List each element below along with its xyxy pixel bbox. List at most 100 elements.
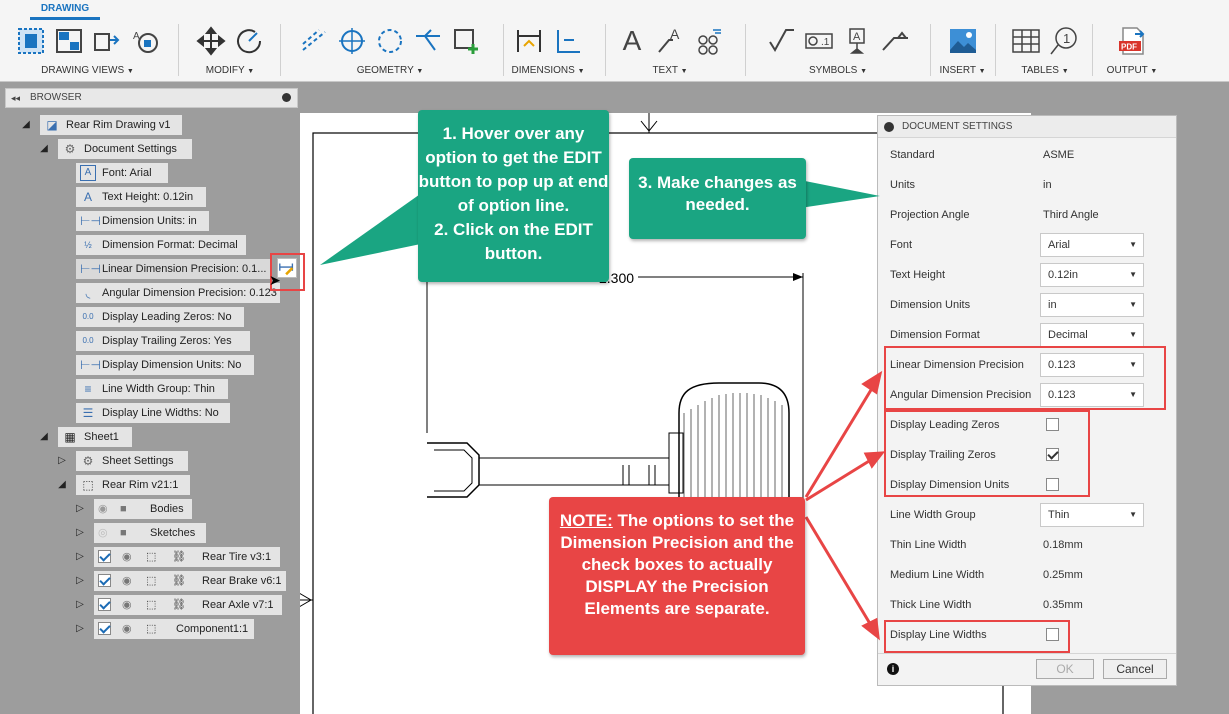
expand-triangle-icon[interactable]: ▷ [74, 551, 86, 563]
table-icon[interactable] [1010, 24, 1042, 58]
bodies-node[interactable]: ◉ ■ Bodies [94, 499, 192, 519]
dimension-units-select[interactable]: in ▼ [1040, 293, 1144, 317]
leader-text-icon[interactable]: A [654, 24, 686, 58]
surface-texture-icon[interactable] [765, 24, 797, 58]
visibility-checkbox[interactable] [98, 622, 111, 635]
expand-triangle-icon[interactable]: ▷ [74, 599, 86, 611]
sheet-settings-node[interactable]: ⚙ Sheet Settings [76, 451, 188, 471]
setting-dimension-format[interactable]: ½ Dimension Format: Decimal [76, 235, 246, 255]
font-icon: A [80, 165, 96, 181]
centerline-icon[interactable] [298, 24, 330, 58]
drawing-views-group[interactable]: A DRAWING VIEWS ▼ [5, 20, 170, 82]
collapse-browser-icon[interactable]: ◂◂ [11, 89, 20, 107]
eye-icon[interactable]: ◉ [122, 619, 132, 639]
collapse-triangle-icon[interactable]: ◢ [38, 431, 50, 443]
balloon-icon[interactable] [692, 24, 724, 58]
feature-control-frame-icon[interactable]: .1 [803, 24, 835, 58]
modify-group[interactable]: MODIFY ▼ [185, 20, 275, 82]
child-component-node[interactable]: ◉ ⬚ ⛓ Rear Axle v7:1 [94, 595, 282, 615]
expand-triangle-icon[interactable]: ▷ [56, 455, 68, 467]
component-icon: ⬚ [146, 575, 157, 587]
visibility-checkbox[interactable] [98, 598, 111, 611]
setting-angular-precision[interactable]: ◟ Angular Dimension Precision: 0.123 [76, 283, 280, 303]
sketch-add-icon[interactable] [450, 24, 482, 58]
font-select[interactable]: Arial ▼ [1040, 233, 1144, 257]
expand-triangle-icon[interactable]: ▷ [74, 575, 86, 587]
text-height-icon: A [83, 190, 92, 204]
child-component-node[interactable]: ◉ ⬚ ⛓ Rear Tire v3:1 [94, 547, 280, 567]
center-mark-icon[interactable] [336, 24, 368, 58]
minimize-icon[interactable] [282, 93, 291, 102]
child-component-node[interactable]: ◉ ⬚ Component1:1 [94, 619, 254, 639]
pdf-output-icon[interactable]: PDF [1116, 24, 1148, 58]
dimensions-group[interactable]: DIMENSIONS ▼ [508, 20, 588, 82]
detail-view-icon[interactable]: A [129, 24, 161, 58]
dimension-icon[interactable] [513, 24, 545, 58]
setting-leading-zeros[interactable]: 0.0 Display Leading Zeros: No [76, 307, 244, 327]
text-icon[interactable]: A [616, 24, 648, 58]
text-group[interactable]: A A TEXT ▼ [610, 20, 730, 82]
collapse-triangle-icon[interactable]: ◢ [56, 479, 68, 491]
visibility-checkbox[interactable] [98, 550, 111, 563]
component-node[interactable]: ⬚ Rear Rim v21:1 [76, 475, 190, 495]
collapse-triangle-icon[interactable]: ◢ [38, 143, 50, 155]
base-view-icon[interactable] [15, 24, 47, 58]
dropdown-arrow: ▼ [1150, 68, 1158, 75]
expand-triangle-icon[interactable]: ▷ [74, 527, 86, 539]
weld-symbol-icon[interactable] [879, 24, 911, 58]
symbols-group[interactable]: .1 A SYMBOLS ▼ [752, 20, 924, 82]
eye-icon[interactable]: ◉ [122, 547, 132, 567]
visibility-checkbox[interactable] [98, 574, 111, 587]
dialog-divider [878, 653, 1176, 654]
text-height-label: Text Height [890, 269, 946, 281]
dimension-format-select[interactable]: Decimal ▼ [1040, 323, 1144, 347]
setting-line-width-group[interactable]: ≡ Line Width Group: Thin [76, 379, 228, 399]
trailing-zeros-icon: 0.0 [82, 336, 94, 345]
info-icon[interactable]: i [887, 663, 899, 675]
folder-icon: ■ [120, 527, 127, 539]
tree-root[interactable]: ◪ Rear Rim Drawing v1 [40, 115, 182, 135]
ok-button[interactable]: OK [1036, 659, 1094, 679]
insert-image-icon[interactable] [947, 24, 979, 58]
text-height-select[interactable]: 0.12in ▼ [1040, 263, 1144, 287]
eye-icon[interactable]: ◉ [122, 571, 132, 591]
insert-label: INSERT [939, 65, 976, 76]
expand-triangle-icon[interactable]: ▷ [74, 503, 86, 515]
tab-drawing[interactable]: DRAWING [30, 0, 100, 20]
sheet-node[interactable]: ▦ Sheet1 [58, 427, 132, 447]
eye-icon[interactable]: ◉ [98, 499, 108, 519]
setting-text-height[interactable]: A Text Height: 0.12in [76, 187, 206, 207]
geometry-label: GEOMETRY [356, 65, 414, 76]
line-width-icon: ≡ [84, 382, 92, 396]
cancel-button[interactable]: Cancel [1103, 659, 1167, 679]
child-component-node[interactable]: ◉ ⬚ ⛓ Rear Brake v6:1 [94, 571, 286, 591]
setting-linear-precision[interactable]: ⊢⊣ Linear Dimension Precision: 0.1... [76, 259, 272, 279]
ordinate-icon[interactable] [551, 24, 583, 58]
projected-view-icon[interactable] [53, 24, 85, 58]
insert-group[interactable]: INSERT ▼ [935, 20, 990, 82]
balloon-number-icon[interactable]: 1 [1048, 24, 1080, 58]
document-settings-node[interactable]: ⚙ Document Settings [58, 139, 192, 159]
collapse-dialog-icon[interactable] [884, 122, 894, 132]
move-icon[interactable] [195, 24, 227, 58]
tables-group[interactable]: 1 TABLES ▼ [1000, 20, 1090, 82]
edge-extension-icon[interactable] [412, 24, 444, 58]
output-group[interactable]: PDF OUTPUT ▼ [1097, 20, 1167, 82]
eye-hidden-icon[interactable]: ◎ [98, 523, 108, 543]
geometry-group[interactable]: GEOMETRY ▼ [285, 20, 495, 82]
setting-display-line-widths[interactable]: ☰ Display Line Widths: No [76, 403, 230, 423]
eye-icon[interactable]: ◉ [122, 595, 132, 615]
setting-trailing-zeros[interactable]: 0.0 Display Trailing Zeros: Yes [76, 331, 250, 351]
setting-display-units[interactable]: ⊢⊣ Display Dimension Units: No [76, 355, 254, 375]
collapse-triangle-icon[interactable]: ◢ [20, 119, 32, 131]
expand-triangle-icon[interactable]: ▷ [74, 623, 86, 635]
rotate-icon[interactable] [233, 24, 265, 58]
sketches-node[interactable]: ◎ ■ Sketches [94, 523, 206, 543]
setting-font[interactable]: A Font: Arial [76, 163, 168, 183]
line-width-group-select[interactable]: Thin ▼ [1040, 503, 1144, 527]
text-height-select-value: 0.12in [1048, 269, 1078, 281]
setting-dimension-units[interactable]: ⊢⊣ Dimension Units: in [76, 211, 209, 231]
section-view-icon[interactable] [91, 24, 123, 58]
datum-identifier-icon[interactable]: A [841, 24, 873, 58]
center-pattern-icon[interactable] [374, 24, 406, 58]
